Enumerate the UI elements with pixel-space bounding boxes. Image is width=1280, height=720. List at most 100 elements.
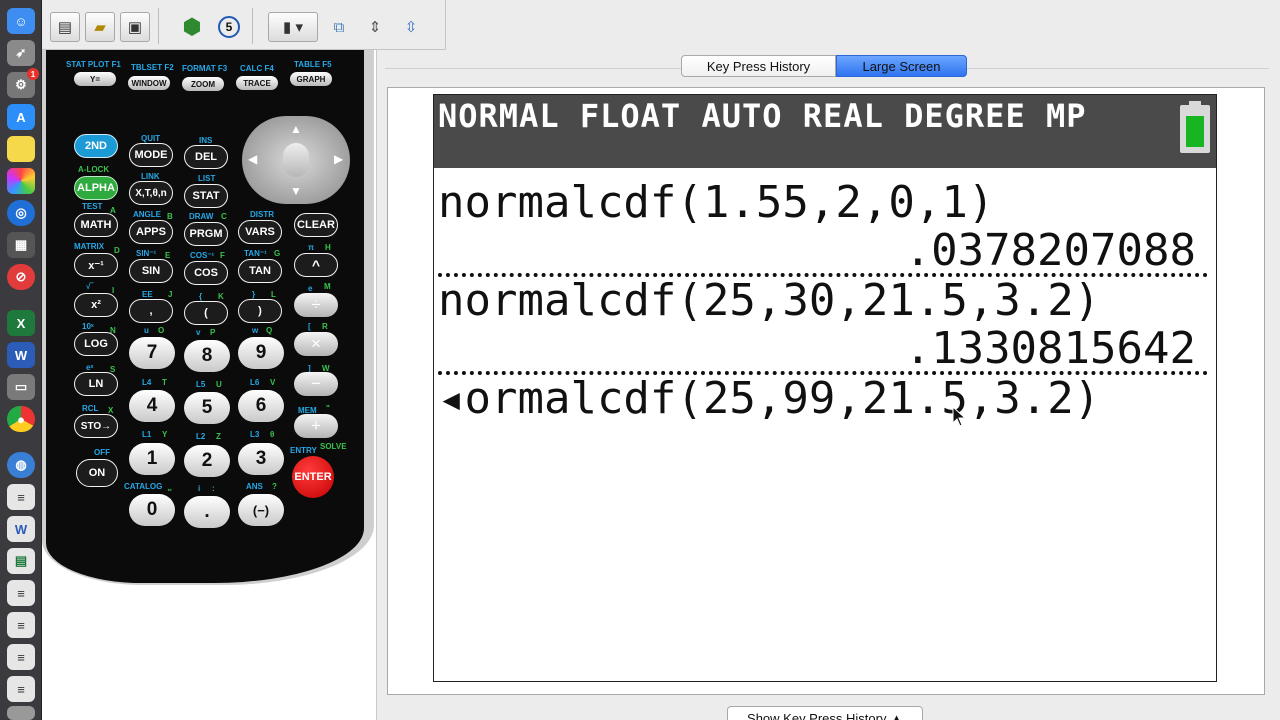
app-store-icon[interactable]: A [7, 104, 35, 130]
safari-icon[interactable]: ◎ [7, 200, 35, 226]
ln-key[interactable]: LN [74, 372, 118, 396]
zoom-key[interactable]: ZOOM [182, 77, 224, 91]
y-equals-key[interactable]: Y= [74, 72, 116, 86]
label-link: LINK [141, 172, 160, 181]
chrome-icon[interactable]: ● [7, 406, 35, 432]
caret-key[interactable]: ^ [294, 253, 338, 277]
spreadsheet-icon[interactable]: ▤ [7, 548, 35, 574]
label-ten-power: 10ˣ [82, 322, 94, 331]
vars-key[interactable]: VARS [238, 220, 282, 244]
five-key[interactable]: 5 [184, 392, 230, 424]
log-key[interactable]: LOG [74, 332, 118, 356]
alpha-key[interactable]: ALPHA [74, 176, 118, 200]
sin-key[interactable]: SIN [129, 259, 173, 283]
new-document-icon[interactable]: ▤ [50, 12, 80, 42]
calculator-app-icon[interactable]: ▦ [7, 232, 35, 258]
three-key[interactable]: 3 [238, 443, 284, 475]
file-icon-2[interactable]: ≡ [7, 612, 35, 638]
photos-icon[interactable] [7, 168, 35, 194]
inverse-key[interactable]: x⁻¹ [74, 253, 118, 277]
clear-key[interactable]: CLEAR [294, 213, 338, 237]
arrow-down-icon[interactable]: ▼ [290, 184, 302, 198]
on-key[interactable]: ON [76, 459, 118, 487]
stat-key[interactable]: STAT [184, 184, 228, 208]
screenshot-icon[interactable]: ▭ [7, 374, 35, 400]
open-folder-icon[interactable]: ▰ [85, 12, 115, 42]
nine-key[interactable]: 9 [238, 337, 284, 369]
label-entry: ENTRY [290, 446, 317, 455]
system-prefs-icon[interactable]: ⚙ 1 [7, 68, 39, 98]
collapse-icon[interactable]: ⇳ [396, 12, 426, 42]
label-sin-inverse: SIN⁻¹ [136, 249, 157, 258]
left-paren-key[interactable]: ( [184, 301, 228, 325]
mode-key[interactable]: MODE [129, 143, 173, 167]
tab-key-press-history[interactable]: Key Press History [681, 55, 836, 77]
document-icon[interactable]: ≡ [7, 484, 35, 510]
apps-key[interactable]: APPS [129, 220, 173, 244]
dot-key[interactable]: . [184, 496, 230, 528]
divide-key[interactable]: ÷ [294, 293, 338, 317]
calculator-select-dropdown[interactable]: ▮ ▾ [268, 12, 318, 42]
label-sin-inverse-e: E [165, 251, 171, 260]
file-icon-3[interactable]: ≡ [7, 644, 35, 670]
seven-key[interactable]: 7 [129, 337, 175, 369]
notes-icon[interactable] [7, 136, 35, 162]
minus-key[interactable]: − [294, 372, 338, 396]
square-key[interactable]: x² [74, 293, 118, 317]
cube-icon[interactable]: ⬢ [177, 12, 207, 42]
eight-key[interactable]: 8 [184, 340, 230, 372]
cos-key[interactable]: COS [184, 261, 228, 285]
word-icon[interactable]: W [7, 342, 35, 368]
one-key[interactable]: 1 [129, 443, 175, 475]
tab-large-screen[interactable]: Large Screen [836, 55, 967, 77]
enter-key[interactable]: ENTER [292, 456, 334, 498]
right-paren-key[interactable]: ) [238, 299, 282, 323]
trash-icon[interactable] [7, 706, 35, 720]
label-right-brace-l: L [271, 290, 276, 299]
four-key[interactable]: 4 [129, 390, 175, 422]
arrow-left-icon[interactable]: ◀ [248, 152, 257, 166]
label-right-brace: } [252, 290, 256, 299]
plus-key[interactable]: + [294, 414, 338, 438]
finder-icon[interactable]: ☺ [7, 8, 35, 34]
resize-icon[interactable]: ⧉ [324, 12, 354, 42]
six-key[interactable]: 6 [238, 390, 284, 422]
sto-key[interactable]: STO→ [74, 414, 118, 438]
second-key[interactable]: 2ND [74, 134, 118, 158]
label-ans-question: ? [272, 482, 277, 491]
arrow-up-icon[interactable]: ▲ [290, 122, 302, 136]
del-key[interactable]: DEL [184, 145, 228, 169]
label-sqrt: √‾ [86, 282, 94, 291]
rocket-icon[interactable]: ➶ [7, 40, 35, 66]
math-key[interactable]: MATH [74, 213, 118, 237]
prgm-key[interactable]: PRGM [184, 222, 228, 246]
negative-key[interactable]: (−) [238, 494, 284, 526]
fit-height-icon[interactable]: ⇕ [360, 12, 390, 42]
globe-icon[interactable]: ◍ [7, 452, 35, 478]
two-key[interactable]: 2 [184, 445, 230, 477]
label-w-q: Q [266, 326, 273, 335]
label-draw-c: C [221, 212, 227, 221]
save-screenshot-icon[interactable]: ▣ [120, 12, 150, 42]
trace-key[interactable]: TRACE [236, 76, 278, 90]
tan-key[interactable]: TAN [238, 259, 282, 283]
show-key-press-history-button[interactable]: Show Key Press History ▲ [727, 706, 923, 720]
file-icon[interactable]: ≡ [7, 580, 35, 606]
excel-icon[interactable]: X [7, 310, 35, 336]
word-doc-icon[interactable]: W [7, 516, 35, 542]
arrow-right-icon[interactable]: ▶ [334, 152, 343, 166]
zero-key[interactable]: 0 [129, 494, 175, 526]
no-entry-icon[interactable]: ⊘ [7, 264, 35, 290]
comma-key[interactable]: , [129, 299, 173, 323]
file-icon-4[interactable]: ≡ [7, 676, 35, 702]
window-key[interactable]: WINDOW [128, 76, 170, 90]
current-entry[interactable]: ◂ormalcdf(25,99,21.5,3.2) [438, 373, 1100, 424]
label-off: OFF [94, 448, 110, 457]
label-ans: ANS [246, 482, 263, 491]
graph-key[interactable]: GRAPH [290, 72, 332, 86]
multiply-key[interactable]: × [294, 332, 338, 356]
emulator-icon[interactable]: 5 [214, 12, 244, 42]
xton-key[interactable]: X,T,θ,n [129, 181, 173, 205]
arrow-keypad[interactable]: ▲ ▼ ◀ ▶ [242, 116, 350, 204]
label-calc: CALC F4 [240, 64, 274, 73]
